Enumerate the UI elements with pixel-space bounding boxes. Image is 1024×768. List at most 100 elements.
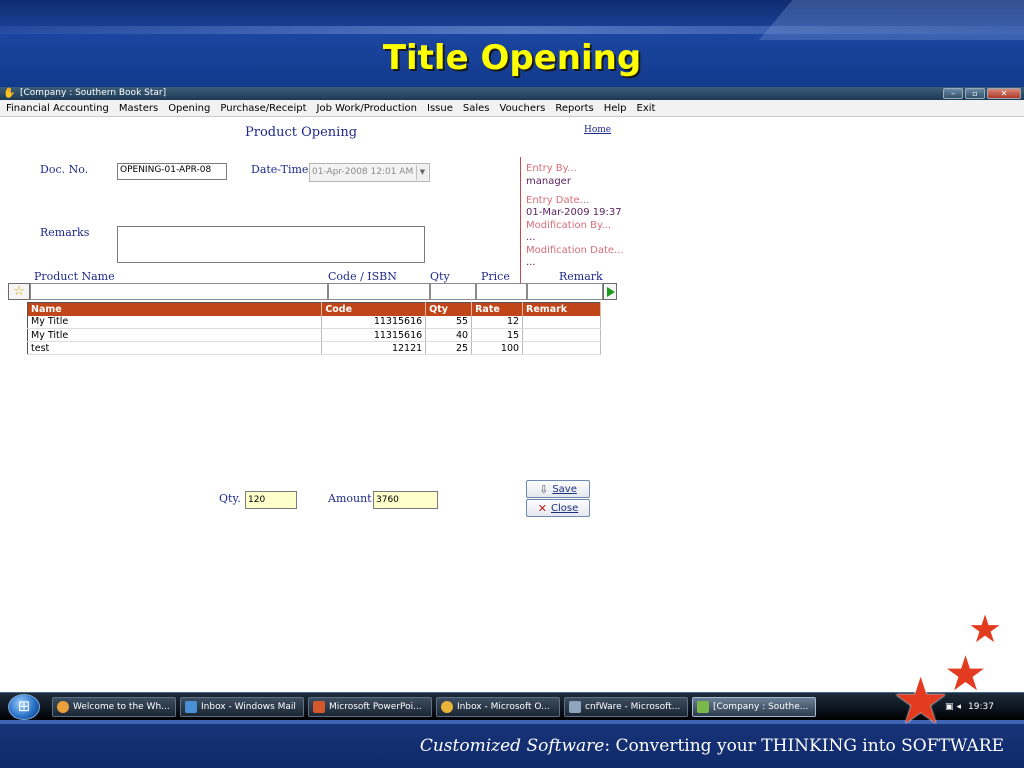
app-window-icon — [569, 701, 581, 713]
remarks-textarea[interactable] — [117, 226, 425, 263]
entry-by-value: manager — [526, 176, 571, 187]
home-link[interactable]: Home — [584, 125, 611, 135]
remark-input[interactable] — [527, 283, 603, 300]
start-button[interactable] — [8, 694, 40, 720]
save-button[interactable]: ⇩ Save — [526, 480, 590, 498]
table-row[interactable]: My Title 11315616 40 15 — [27, 328, 601, 342]
cell-name: My Title — [27, 315, 323, 329]
product-opening-form: Product Opening Home Doc. No. OPENING-01… — [0, 117, 1024, 692]
taskbar-item-label: cnfWare - Microsoft... — [585, 702, 681, 712]
product-grid: Name Code Qty Rate Remark My Title 11315… — [27, 302, 601, 355]
cell-remark — [522, 341, 601, 355]
menu-sales[interactable]: Sales — [458, 100, 495, 117]
cell-qty: 25 — [425, 341, 473, 355]
menu-vouchers[interactable]: Vouchers — [495, 100, 551, 117]
doc-no-label: Doc. No. — [40, 163, 89, 176]
entry-date-label: Entry Date... — [526, 195, 590, 206]
modification-by-label: Modification By... — [526, 220, 612, 231]
chevron-down-icon[interactable]: ▼ — [416, 165, 428, 180]
remarks-label: Remarks — [40, 226, 90, 239]
tagline-rest: : Converting your THINKING into SOFTWARE — [604, 736, 1004, 756]
taskbar-item-label: Welcome to the Wh... — [73, 702, 170, 712]
cell-name: test — [27, 341, 323, 355]
taskbar-item-company[interactable]: [Company : Southe... — [692, 697, 816, 717]
grid-col-code: Code — [321, 302, 427, 316]
outlook-icon — [441, 701, 453, 713]
grid-col-name: Name — [27, 302, 323, 316]
taskbar-item-windows-mail[interactable]: Inbox - Windows Mail — [180, 697, 304, 717]
slide-title: Title Opening — [382, 38, 642, 78]
price-input[interactable] — [476, 283, 527, 300]
menu-financial-accounting[interactable]: Financial Accounting — [0, 100, 114, 117]
close-label: Close — [550, 502, 579, 514]
taskbar-item-cnfware[interactable]: cnfWare - Microsoft... — [564, 697, 688, 717]
qty-input[interactable] — [430, 283, 476, 300]
grid-col-qty: Qty — [425, 302, 473, 316]
taskbar-item-welcome[interactable]: Welcome to the Wh... — [52, 697, 176, 717]
taskbar-item-outlook[interactable]: Inbox - Microsoft O... — [436, 697, 560, 717]
amount-field[interactable]: 3760 — [373, 491, 438, 509]
minimize-button[interactable]: – — [943, 88, 963, 99]
price-header: Price — [481, 270, 510, 283]
table-row[interactable]: test 12121 25 100 — [27, 341, 601, 355]
taskbar-item-powerpoint[interactable]: Microsoft PowerPoi... — [308, 697, 432, 717]
modification-by-value: ... — [526, 232, 536, 243]
cell-rate: 100 — [471, 341, 524, 355]
star-icon-small: ★ — [968, 607, 1003, 651]
modification-date-label: Modification Date... — [526, 245, 624, 256]
maximize-button[interactable]: ▫ — [965, 88, 985, 99]
grid-col-rate: Rate — [471, 302, 524, 316]
taskbar-item-label: Inbox - Microsoft O... — [457, 702, 550, 712]
menu-bar: Financial Accounting Masters Opening Pur… — [0, 100, 1024, 117]
taskbar: Welcome to the Wh... Inbox - Windows Mai… — [0, 692, 1024, 720]
entry-by-label: Entry By... — [526, 163, 577, 174]
star-icon-large: ★ — [892, 665, 950, 739]
modification-date-value: ... — [526, 257, 536, 268]
menu-job-work-production[interactable]: Job Work/Production — [312, 100, 423, 117]
cell-qty: 40 — [425, 328, 473, 342]
close-button[interactable]: ✕ Close — [526, 499, 590, 517]
window-title: [Company : Southern Book Star] — [20, 88, 167, 98]
add-row-play-icon[interactable] — [603, 283, 617, 300]
save-icon: ⇩ — [539, 482, 549, 496]
meta-divider — [520, 157, 521, 283]
window-controls: – ▫ ✕ — [943, 88, 1021, 99]
menu-help[interactable]: Help — [599, 100, 632, 117]
menu-opening[interactable]: Opening — [163, 100, 215, 117]
tagline-italic: Customized Software — [419, 736, 605, 756]
cell-code: 12121 — [321, 341, 427, 355]
menu-reports[interactable]: Reports — [550, 100, 598, 117]
entry-date-value: 01-Mar-2009 19:37 — [526, 207, 622, 218]
doc-no-field[interactable]: OPENING-01-APR-08 — [117, 163, 227, 180]
table-row[interactable]: My Title 11315616 55 12 — [27, 315, 601, 329]
cell-qty: 55 — [425, 315, 473, 329]
taskbar-item-label: Microsoft PowerPoi... — [329, 702, 422, 712]
form-heading: Product Opening — [245, 125, 358, 140]
mail-icon — [185, 701, 197, 713]
cell-code: 11315616 — [321, 328, 427, 342]
menu-exit[interactable]: Exit — [632, 100, 661, 117]
qty-total-field[interactable]: 120 — [245, 491, 297, 509]
cell-rate: 15 — [471, 328, 524, 342]
close-window-button[interactable]: ✕ — [987, 88, 1021, 99]
datetime-label: Date-Time — [251, 163, 309, 176]
menu-issue[interactable]: Issue — [422, 100, 458, 117]
datetime-select[interactable]: 01-Apr-2008 12:01 AM ▼ — [309, 163, 430, 182]
cell-code: 11315616 — [321, 315, 427, 329]
browser-icon — [57, 701, 69, 713]
taskbar-item-label: Inbox - Windows Mail — [201, 702, 296, 712]
amount-label: Amount — [328, 492, 372, 505]
grid-col-remark: Remark — [522, 302, 601, 316]
menu-masters[interactable]: Masters — [114, 100, 163, 117]
star-icon[interactable]: ☆ — [8, 283, 30, 300]
taskbar-item-label: [Company : Southe... — [713, 702, 809, 712]
close-icon: ✕ — [537, 501, 547, 515]
cell-name: My Title — [27, 328, 323, 342]
menu-purchase-receipt[interactable]: Purchase/Receipt — [215, 100, 311, 117]
code-isbn-input[interactable] — [328, 283, 430, 300]
powerpoint-icon — [313, 701, 325, 713]
qty-header: Qty — [430, 270, 450, 283]
product-name-input[interactable] — [30, 283, 328, 300]
hand-icon — [697, 701, 709, 713]
remark-header: Remark — [559, 270, 603, 283]
